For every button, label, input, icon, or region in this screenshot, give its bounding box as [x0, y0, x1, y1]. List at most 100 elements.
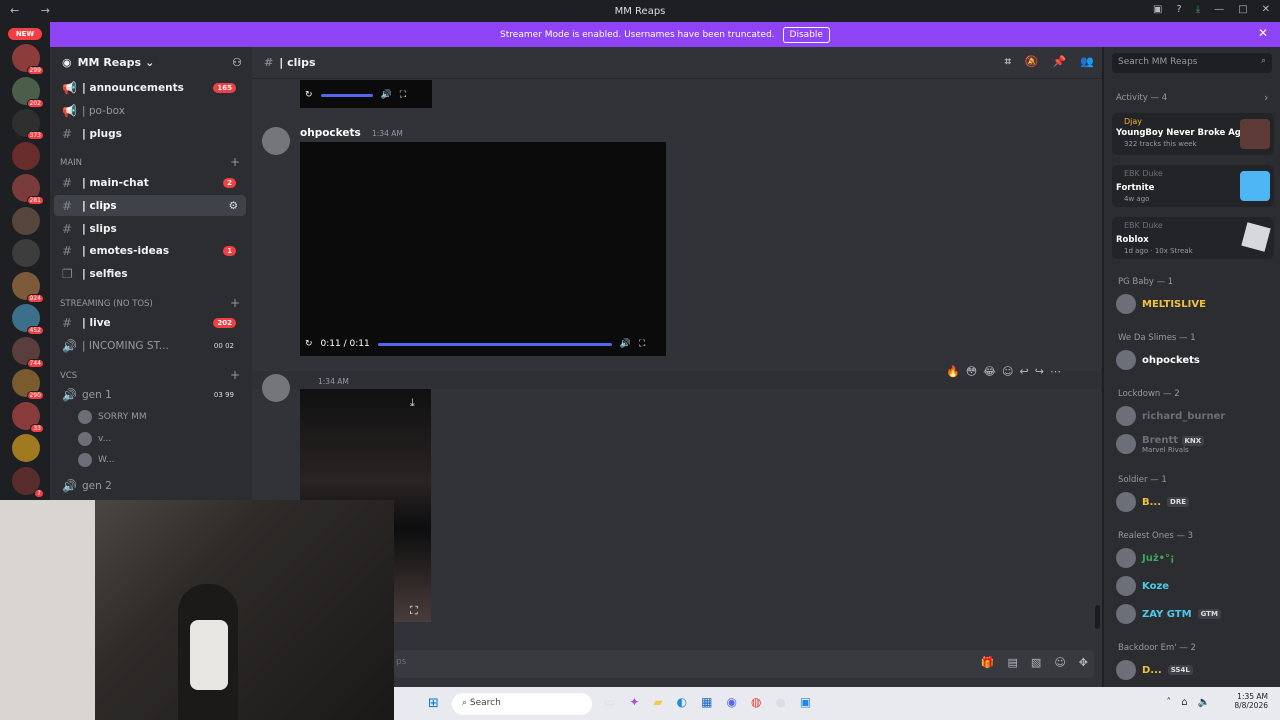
- channel-clips[interactable]: # | clips ⚙: [54, 195, 246, 216]
- volume-icon[interactable]: 🔊: [620, 339, 631, 349]
- emoji-icon[interactable]: ☺: [1054, 656, 1065, 669]
- server-icon[interactable]: 744: [12, 336, 44, 368]
- voice-channel-gen-2[interactable]: 🔊 gen 2: [54, 475, 246, 496]
- channel-plugs[interactable]: # | plugs: [54, 123, 246, 144]
- message-input[interactable]: ps 🎁 ▤ ▧ ☺ ✥: [394, 650, 1094, 678]
- help-icon[interactable]: ?: [1176, 4, 1181, 15]
- replay-icon[interactable]: ↻: [305, 90, 313, 100]
- fullscreen-icon[interactable]: ⛶: [410, 604, 418, 618]
- channel-selfies[interactable]: ❐ | selfies: [54, 263, 246, 284]
- fullscreen-icon[interactable]: ⛶: [639, 339, 645, 349]
- task-view-icon[interactable]: ▭: [604, 695, 615, 709]
- member-item[interactable]: B... DRE: [1116, 492, 1190, 512]
- add-channel-icon[interactable]: +: [230, 368, 240, 382]
- taskbar-search[interactable]: ⌕ Search: [452, 693, 592, 715]
- avatar[interactable]: [262, 374, 290, 402]
- add-member-icon[interactable]: ⚇: [232, 56, 242, 69]
- server-icon[interactable]: [12, 239, 40, 267]
- chrome-icon[interactable]: ◍: [751, 695, 761, 709]
- server-header[interactable]: ◉ MM Reaps ⌄ ⚇: [50, 47, 252, 77]
- search-input[interactable]: Search MM Reaps ⌕: [1112, 53, 1272, 73]
- scrollbar[interactable]: [1095, 605, 1100, 629]
- fullscreen-icon[interactable]: ⛶: [400, 90, 406, 100]
- forward-icon[interactable]: ↪: [1035, 365, 1044, 378]
- member-item[interactable]: Już•°¡: [1116, 548, 1175, 568]
- network-icon[interactable]: ⌂: [1181, 697, 1187, 708]
- inbox-icon[interactable]: ▣: [1153, 4, 1162, 15]
- activity-card[interactable]: EBK Duke Fortnite 4w ago: [1112, 165, 1274, 207]
- server-icon[interactable]: 202: [12, 76, 44, 108]
- close-icon[interactable]: ✕: [1258, 26, 1268, 40]
- voice-channel-gen-1[interactable]: 🔊 gen 1 03 99: [54, 384, 246, 405]
- server-icon[interactable]: [12, 434, 40, 462]
- voice-user[interactable]: SORRY MM: [78, 410, 147, 424]
- volume-icon[interactable]: 🔊: [381, 90, 392, 100]
- server-icon[interactable]: 7: [12, 466, 44, 498]
- gift-icon[interactable]: 🎁: [981, 656, 995, 669]
- add-channel-icon[interactable]: +: [230, 296, 240, 310]
- maximize-icon[interactable]: □: [1238, 4, 1247, 15]
- message-author[interactable]: ohpockets: [300, 127, 361, 139]
- video-attachment[interactable]: [300, 142, 666, 356]
- voice-user[interactable]: v...: [78, 432, 111, 446]
- member-item[interactable]: D... SS4L: [1116, 660, 1193, 680]
- video-progress[interactable]: [377, 342, 612, 346]
- channel-main-chat[interactable]: # | main-chat 2: [54, 172, 246, 193]
- settings-icon[interactable]: ⚙: [229, 200, 238, 212]
- server-icon[interactable]: [12, 206, 40, 235]
- category-main[interactable]: MAIN: [60, 158, 82, 168]
- app-icon[interactable]: ●: [775, 695, 785, 709]
- replay-icon[interactable]: ↻: [305, 339, 313, 349]
- activity-card[interactable]: EBK Duke Roblox 1d ago · 10x Streak: [1112, 217, 1274, 259]
- store-icon[interactable]: ▦: [701, 695, 712, 709]
- reaction-fire-icon[interactable]: 🔥: [946, 365, 960, 378]
- clock[interactable]: 1:35 AM 8/8/2026: [1234, 692, 1268, 710]
- chevron-up-icon[interactable]: ˄: [1166, 697, 1171, 708]
- file-explorer-icon[interactable]: ▰: [653, 695, 662, 709]
- server-icon[interactable]: 373: [12, 109, 44, 140]
- server-icon[interactable]: 33: [12, 401, 44, 433]
- copilot-icon[interactable]: ✦: [629, 695, 639, 709]
- discord-icon[interactable]: ◉: [726, 695, 736, 709]
- member-item[interactable]: richard_burner: [1116, 406, 1225, 426]
- volume-slider[interactable]: [320, 93, 373, 97]
- sticker-icon[interactable]: ▧: [1031, 656, 1041, 669]
- reaction-flushed-icon[interactable]: 😳: [966, 365, 977, 378]
- category-streaming[interactable]: STREAMING (NO TOS): [60, 299, 153, 309]
- voice-user[interactable]: W...: [78, 453, 114, 467]
- category-vcs[interactable]: VCs: [60, 371, 77, 381]
- member-list-icon[interactable]: 👥: [1080, 55, 1094, 69]
- add-reaction-icon[interactable]: ☺: [1002, 365, 1013, 378]
- channel-slips[interactable]: # | slips: [54, 218, 246, 239]
- server-icon[interactable]: 299: [12, 44, 44, 75]
- apps-icon[interactable]: ✥: [1079, 656, 1088, 669]
- channel-emotes-ideas[interactable]: # | emotes-ideas 1: [54, 240, 246, 261]
- reaction-laugh-icon[interactable]: 😂: [983, 365, 996, 378]
- app-icon[interactable]: ▣: [800, 695, 811, 709]
- speaker-icon[interactable]: 🔈: [1198, 697, 1210, 708]
- minimize-icon[interactable]: —: [1214, 4, 1224, 15]
- activity-card[interactable]: Djay YoungBoy Never Broke Again 322 trac…: [1112, 113, 1274, 155]
- server-icon[interactable]: 924: [12, 271, 44, 303]
- download-icon[interactable]: ⤓: [1196, 4, 1200, 15]
- channel-po-box[interactable]: 📢 | po-box: [54, 100, 246, 121]
- server-icon[interactable]: 290: [12, 369, 44, 400]
- disable-button[interactable]: Disable: [782, 26, 830, 43]
- member-item[interactable]: ZAY GTM GTM: [1116, 604, 1221, 624]
- reply-icon[interactable]: ↩: [1020, 365, 1029, 378]
- server-icon[interactable]: [12, 141, 40, 170]
- notification-bell-icon[interactable]: 🔕: [1025, 55, 1039, 69]
- avatar[interactable]: [262, 127, 290, 155]
- chevron-right-icon[interactable]: ›: [1264, 91, 1268, 104]
- add-channel-icon[interactable]: +: [230, 155, 240, 169]
- download-icon[interactable]: ⤓: [410, 396, 415, 410]
- edge-icon[interactable]: ◐: [677, 695, 687, 709]
- channel-live[interactable]: # | live 202: [54, 312, 246, 333]
- channel-announcements[interactable]: 📢 | announcements 165: [54, 77, 246, 98]
- channel-incoming-stage[interactable]: 🔊 | INCOMING ST... 00 02: [54, 335, 246, 356]
- more-icon[interactable]: ⋯: [1050, 365, 1061, 378]
- pin-icon[interactable]: 📌: [1053, 55, 1067, 69]
- server-icon[interactable]: 452: [12, 304, 44, 335]
- member-item[interactable]: Koze: [1116, 576, 1169, 596]
- windows-start-icon[interactable]: ⊞: [428, 696, 439, 711]
